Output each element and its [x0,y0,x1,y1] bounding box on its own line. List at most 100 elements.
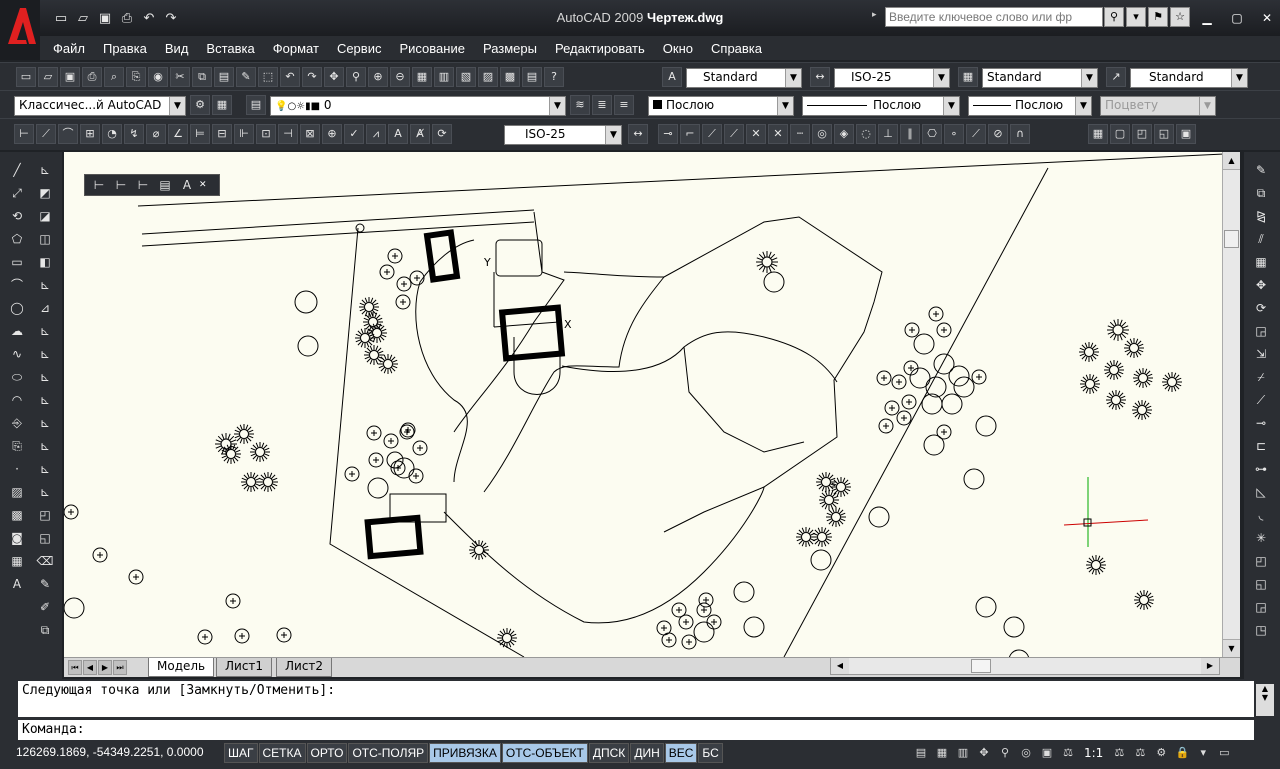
explode-icon[interactable]: ✳ [1251,528,1271,548]
scroll-tool-icon[interactable]: ▤ [155,175,175,195]
copy-tool-icon[interactable]: ⧉ [35,620,55,640]
layout-quickview-icon[interactable]: ▦ [933,744,951,762]
search-input[interactable]: Введите ключевое слово или фр [885,7,1103,27]
layer-tools-icon[interactable]: ◰ [35,505,55,525]
dim-tool-icon[interactable]: ⊢ [111,175,131,195]
status-mode-toggle[interactable]: СЕТКА [258,743,306,763]
polygonal-viewport-icon[interactable]: ◰ [1132,124,1152,144]
erase-tool-icon[interactable]: ⌫ [35,551,55,571]
stretch-icon[interactable]: ⇲ [1251,344,1271,364]
text-tool-icon[interactable]: A [177,175,197,195]
3d-dwf-icon[interactable]: ◉ [148,67,168,87]
mtext-icon[interactable]: A [7,574,27,594]
jogged-linear-icon[interactable]: ⩘ [366,124,386,144]
scroll-down-button[interactable]: ▼ [1223,639,1240,657]
zoom-previous-icon[interactable]: ⊖ [390,67,410,87]
clean-screen-icon[interactable]: ▭ [1215,744,1233,762]
auto-scale-icon[interactable]: ⚖ [1131,744,1149,762]
ucs-previous-icon[interactable]: ⊾ [35,321,55,341]
tab-sheet2[interactable]: Лист2 [276,658,333,677]
arc-icon[interactable]: ⌒ [7,275,27,295]
osnap-extension-icon[interactable]: ┄ [790,124,810,144]
properties-icon[interactable]: ▦ [412,67,432,87]
copy-icon[interactable]: ⧉ [192,67,212,87]
osnap-endpoint-icon[interactable]: ⟋ [702,124,722,144]
multileader-style-icon[interactable]: ↗ [1106,67,1126,87]
qnew-icon[interactable]: ▭ [16,67,36,87]
print-icon[interactable]: ⎙ [118,9,136,27]
layer-properties-icon[interactable]: ▤ [246,95,266,115]
new-file-icon[interactable]: ▭ [52,9,70,27]
point-icon[interactable]: · [7,459,27,479]
annotation-scale-select[interactable]: 1:1 [1080,744,1107,762]
circle-icon[interactable]: ◯ [7,298,27,318]
move-icon[interactable]: ✥ [1251,275,1271,295]
vertical-scrollbar[interactable]: ▲ ▼ [1222,152,1240,657]
osnap-insert-icon[interactable]: ⎔ [922,124,942,144]
minimize-button[interactable]: ▁ [1196,8,1218,28]
mirror-icon[interactable]: ⧎ [1251,206,1271,226]
workspace-settings-icon[interactable]: ⚙ [190,95,210,115]
search-expand-icon[interactable]: ▸ [872,10,877,20]
zoom-window-icon[interactable]: ⊕ [368,67,388,87]
autocad-logo[interactable] [0,0,40,60]
status-menu-icon[interactable]: ▾ [1194,744,1212,762]
revision-cloud-icon[interactable]: ☁ [7,321,27,341]
redo-icon[interactable]: ↷ [302,67,322,87]
markup-icon[interactable]: ▩ [500,67,520,87]
ucs-face-icon[interactable]: ⊾ [35,344,55,364]
make-current-layer-icon[interactable]: ≋ [570,95,590,115]
save-icon[interactable]: ▣ [96,9,114,27]
annotation-scale-icon[interactable]: ⚖ [1059,744,1077,762]
draworder-front-icon[interactable]: ◰ [1251,551,1271,571]
layer-previous-icon[interactable]: ≣ [592,95,612,115]
status-mode-toggle[interactable]: ОРТО [306,743,348,763]
table-style-select[interactable]: Standard ▼ [982,68,1098,88]
continue-dim-icon[interactable]: ⊩ [234,124,254,144]
lock-icon[interactable]: 🔒 [1173,744,1191,762]
osnap-intersection-icon[interactable]: ✕ [746,124,766,144]
open-file-icon[interactable]: ▱ [74,9,92,27]
paste-icon[interactable]: ▤ [214,67,234,87]
trim-icon[interactable]: ⌿ [1251,367,1271,387]
cut-icon[interactable]: ✂ [170,67,190,87]
block-editor-icon[interactable]: ⬚ [258,67,278,87]
dim-edit-icon[interactable]: A [388,124,408,144]
close-button[interactable]: ✕ [1256,8,1278,28]
ucs-x-icon[interactable]: ⊾ [35,482,55,502]
linetype-select[interactable]: Послою ▼ [802,96,960,116]
menu-file[interactable]: Файл [44,41,94,56]
join-icon[interactable]: ⊶ [1251,459,1271,479]
undo-icon[interactable]: ↶ [140,9,158,27]
workspace-select[interactable]: Классичес...й AutoCAD ▼ [14,96,186,116]
osnap-perpendicular-icon[interactable]: ⊥ [878,124,898,144]
osnap-node-icon[interactable]: ∘ [944,124,964,144]
match-tool-icon[interactable]: ✐ [35,597,55,617]
help-icon[interactable]: ? [544,67,564,87]
ellipse-icon[interactable]: ⬭ [7,367,27,387]
workspace-switching-icon[interactable]: ⚙ [1152,744,1170,762]
osnap-temp-track-icon[interactable]: ⊸ [658,124,678,144]
spline-icon[interactable]: ∿ [7,344,27,364]
inquiry-list-icon[interactable]: ◫ [35,229,55,249]
first-tab-icon[interactable]: ⏮ [68,660,82,675]
communication-center-icon[interactable]: ⚑ [1148,7,1168,27]
dimension-style-icon[interactable]: ↔ [628,124,648,144]
layer-states-icon[interactable]: ≡ [614,95,634,115]
redo-icon[interactable]: ↷ [162,9,180,27]
osnap-nearest-icon[interactable]: ⟋ [966,124,986,144]
tab-sheet1[interactable]: Лист1 [216,658,273,677]
linear-dim-icon[interactable]: ⊢ [14,124,34,144]
cleanup-icon[interactable]: ✎ [35,574,55,594]
inquiry-distance-icon[interactable]: ⊾ [35,160,55,180]
maximize-button[interactable]: ▢ [1226,8,1248,28]
viewport-dialog-icon[interactable]: ▦ [1088,124,1108,144]
osnap-settings-icon[interactable]: ∩ [1010,124,1030,144]
inquiry-area-icon[interactable]: ◩ [35,183,55,203]
polygon-icon[interactable]: ⬠ [7,229,27,249]
fillet-icon[interactable]: ◟ [1251,505,1271,525]
annotation-visibility-icon[interactable]: ⚖ [1110,744,1128,762]
table-icon[interactable]: ▦ [7,551,27,571]
favorites-star-icon[interactable]: ☆ [1170,7,1190,27]
ucs-view-icon[interactable]: ⊾ [35,390,55,410]
